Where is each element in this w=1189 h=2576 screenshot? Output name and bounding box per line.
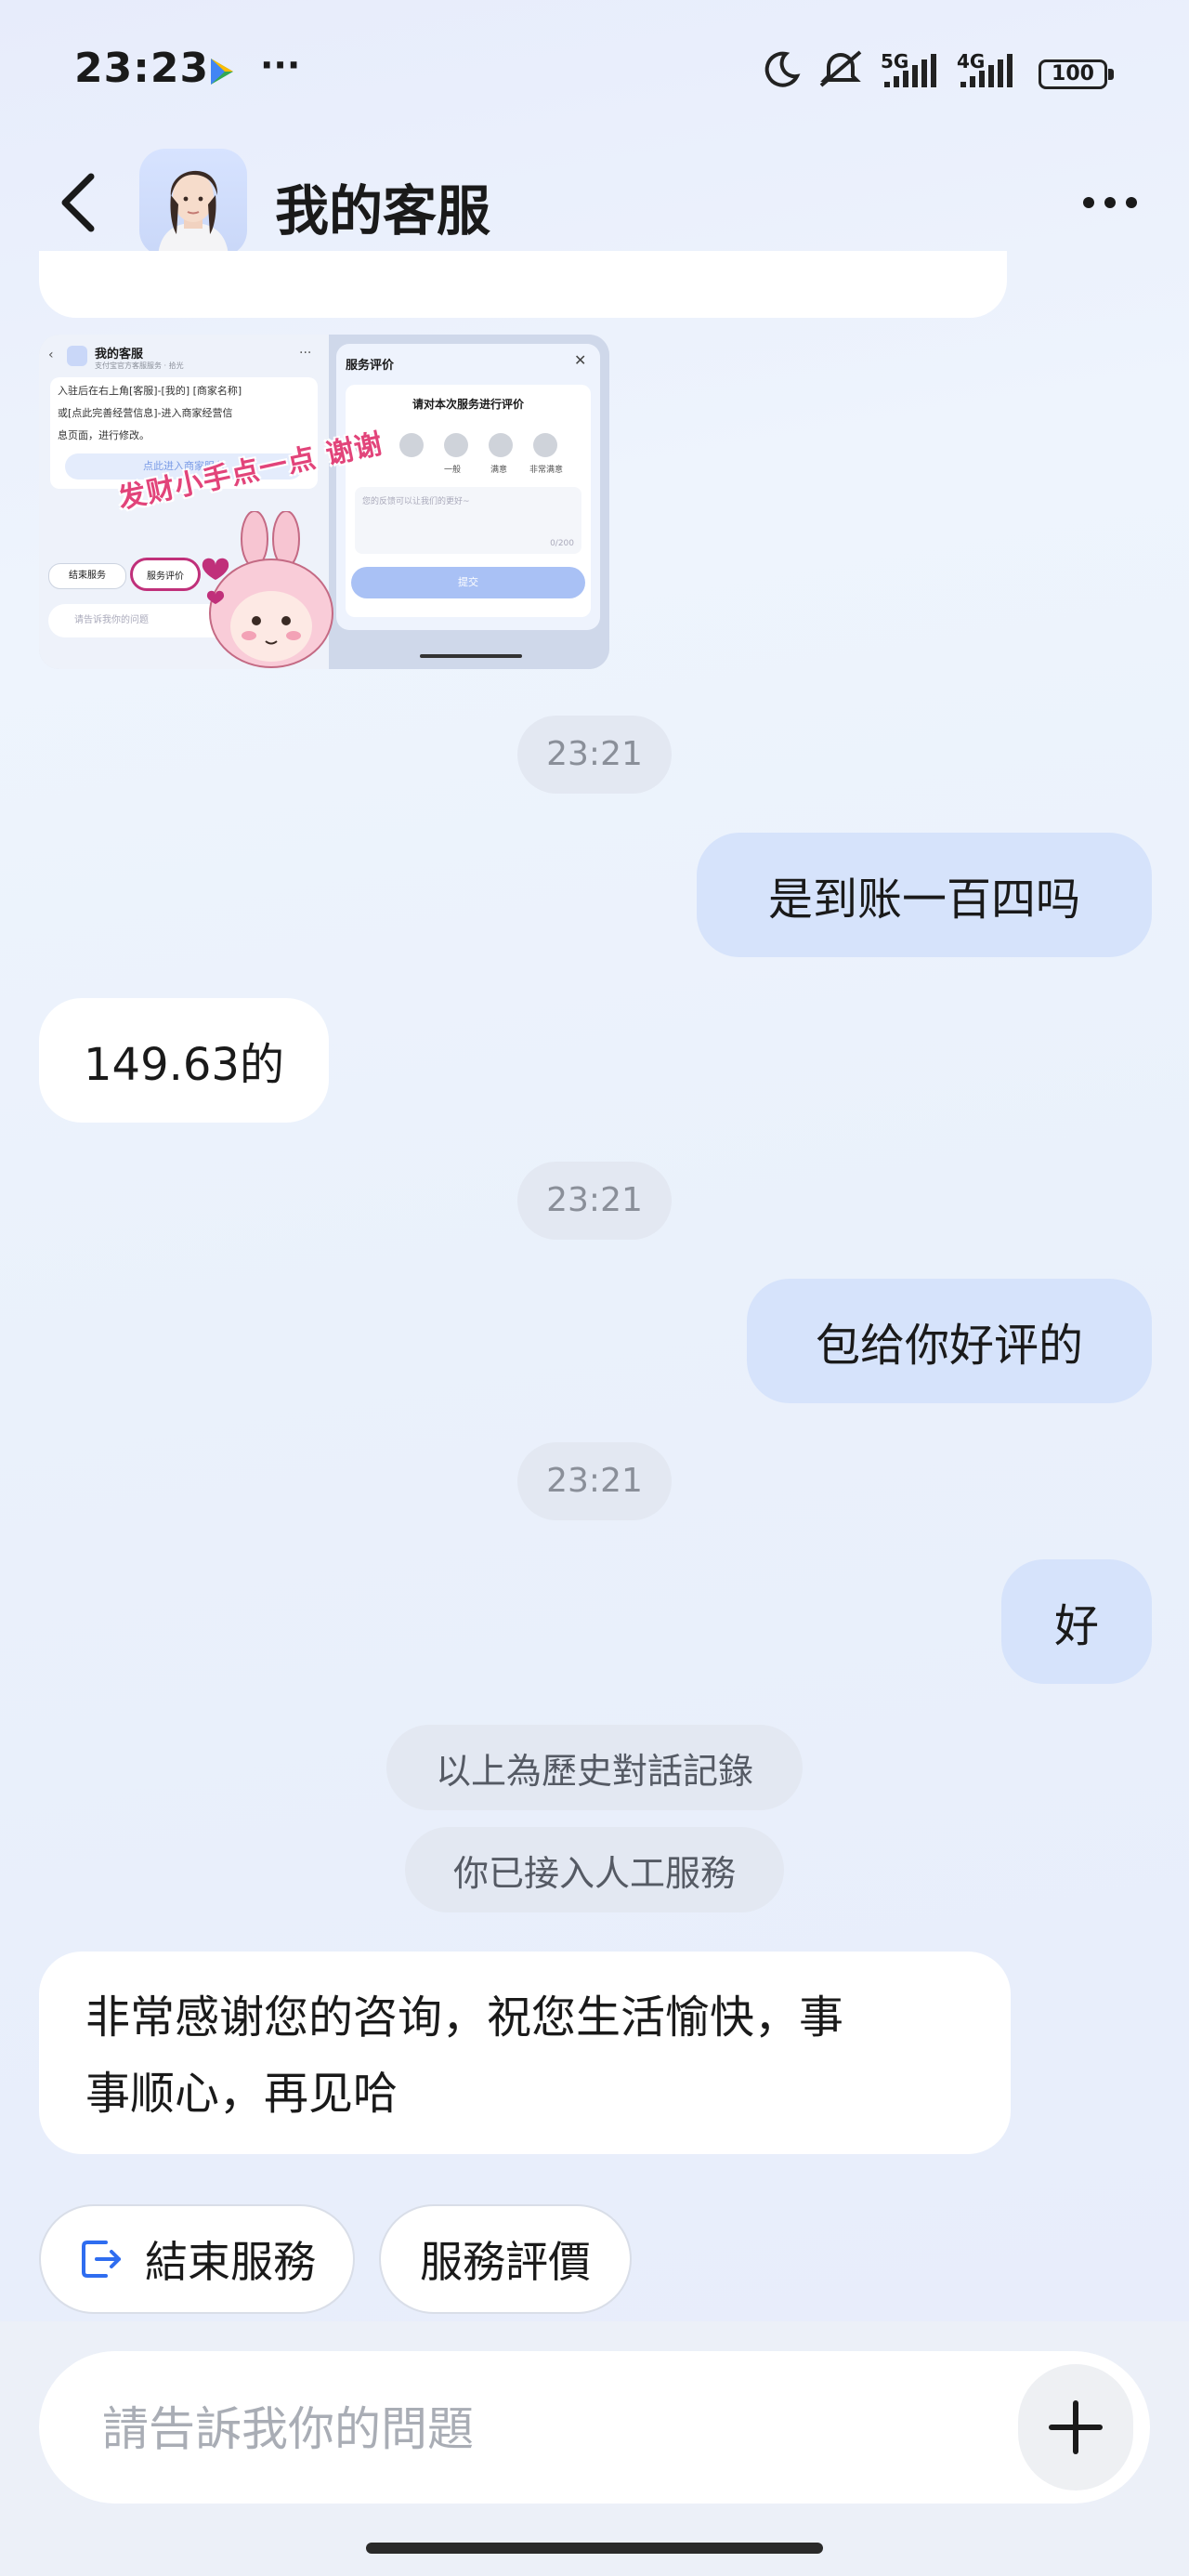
mini-text-1: 入驻后在右上角[客服]-[我的] [商家名称] (58, 385, 242, 397)
mute-icon (819, 50, 862, 87)
rating-count: 0/200 (550, 539, 574, 548)
rating-face-4 (489, 433, 513, 457)
status-more-icon: ··· (260, 45, 301, 85)
rating-panel: 服务评价 ✕ 请对本次服务进行评价 一般 满意 非常满意 您的反馈可以让我们的更… (336, 344, 600, 630)
rating-face-3 (444, 433, 468, 457)
rate-service-button[interactable]: 服務評價 (379, 2204, 632, 2314)
mini-subtitle: 支付宝官方客服服务 · 拾光 (95, 361, 184, 370)
shared-image-card[interactable]: ‹ 我的客服 支付宝官方客服服务 · 拾光 ··· 入驻后在右上角[客服]-[我… (39, 335, 609, 669)
agent-message-line-2: 事顺心，再见哈 (85, 2068, 399, 2120)
mini-text-2: 或[点此完善经营信息]-进入商家经营信 (58, 407, 233, 419)
mini-back-icon: ‹ (48, 348, 54, 362)
mini-rate-button: 服务评价 (130, 558, 201, 591)
end-service-label: 結束服務 (145, 2237, 316, 2287)
status-time: 23:23 (74, 45, 210, 92)
message-input-placeholder: 請告訴我你的問題 (102, 2402, 474, 2456)
rating-textarea: 您的反馈可以让我们的更好~ 0/200 (355, 487, 581, 554)
rating-panel-backdrop: 服务评价 ✕ 请对本次服务进行评价 一般 满意 非常满意 您的反馈可以让我们的更… (329, 335, 609, 669)
user-message-bubble: 好 (1001, 1559, 1152, 1684)
signal-4g-icon (960, 54, 1013, 87)
rating-panel-body: 请对本次服务进行评价 一般 满意 非常满意 您的反馈可以让我们的更好~ 0/20… (346, 385, 591, 617)
history-divider-chip: 以上為歷史對話記錄 (386, 1725, 803, 1810)
more-options-button[interactable] (1078, 186, 1143, 219)
exit-icon (82, 2241, 121, 2278)
rating-face-5 (533, 433, 557, 457)
rating-question: 请对本次服务进行评价 (412, 398, 524, 411)
add-attachment-button[interactable] (1018, 2364, 1133, 2491)
end-service-button[interactable]: 結束服務 (39, 2204, 355, 2314)
plus-icon (1049, 2400, 1103, 2454)
rating-submit-button: 提交 (351, 567, 585, 598)
mini-text-3: 息页面，进行修改。 (58, 429, 150, 441)
avatar[interactable] (139, 149, 247, 256)
signal-5g-icon (884, 54, 936, 87)
previous-message-bubble (39, 251, 1007, 318)
agent-message-bubble: 非常感谢您的咨询，祝您生活愉快，事 事顺心，再见哈 (39, 1952, 1011, 2154)
rating-face-2 (399, 433, 424, 457)
agent-message-bubble: 149.63的 (39, 998, 329, 1123)
agent-message-line-1: 非常感谢您的咨询，祝您生活愉快，事 (85, 1991, 844, 2044)
rating-label-3: 非常满意 (529, 466, 564, 475)
mini-avatar (67, 346, 87, 366)
mini-end-button: 结束服务 (48, 563, 126, 589)
timestamp-chip: 23:21 (517, 1442, 672, 1520)
battery-tip (1108, 69, 1114, 80)
agent-avatar-icon (158, 170, 229, 256)
mini-home-bar (420, 654, 522, 658)
moon-icon (764, 51, 801, 87)
user-message-bubble: 包给你好评的 (747, 1279, 1152, 1403)
page-title: 我的客服 (275, 179, 491, 243)
rating-label-2: 满意 (490, 466, 508, 475)
timestamp-chip: 23:21 (517, 716, 672, 794)
rating-panel-title: 服务评价 (346, 359, 395, 373)
back-button[interactable] (52, 167, 108, 238)
mini-title: 我的客服 (95, 348, 144, 361)
rating-placeholder: 您的反馈可以让我们的更好~ (362, 497, 470, 506)
mini-more-icon: ··· (299, 346, 312, 361)
home-indicator[interactable] (366, 2543, 823, 2554)
agent-connected-chip: 你已接入人工服務 (405, 1827, 784, 1912)
rate-service-label: 服務評價 (420, 2237, 591, 2287)
rating-label-1: 一般 (444, 466, 462, 475)
play-store-icon (211, 59, 233, 85)
user-message-bubble: 是到账一百四吗 (697, 833, 1152, 957)
sticker-hearts-icon (202, 558, 229, 604)
timestamp-chip: 23:21 (517, 1162, 672, 1240)
battery-indicator: 100 (1039, 59, 1107, 89)
rating-close-icon: ✕ (574, 351, 587, 369)
